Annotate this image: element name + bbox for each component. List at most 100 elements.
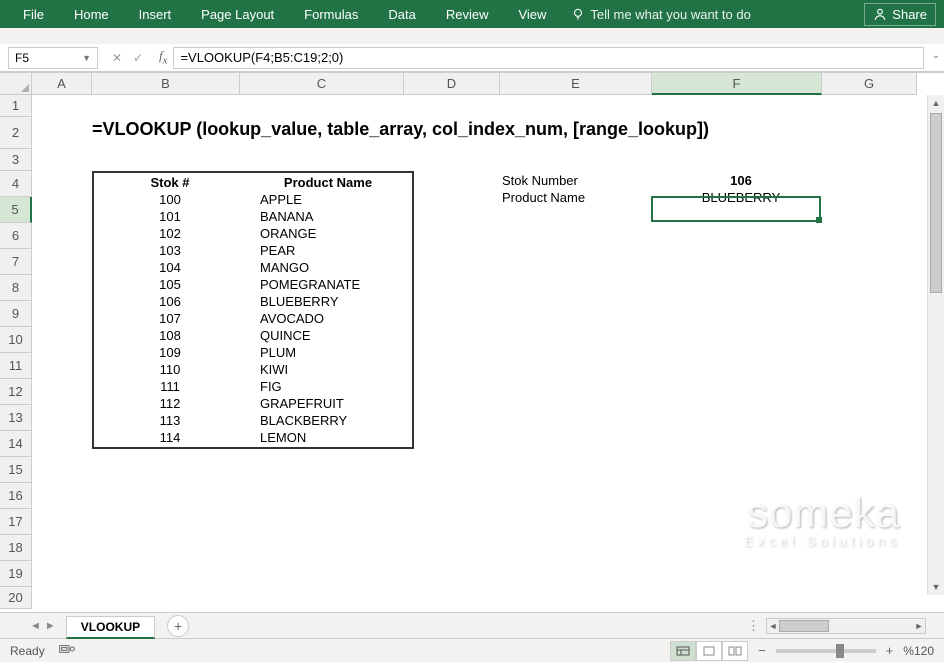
row-header-1[interactable]: 1: [0, 95, 32, 117]
table-row[interactable]: 114LEMON: [96, 430, 410, 445]
tab-view[interactable]: View: [503, 0, 561, 28]
row-header-7[interactable]: 7: [0, 249, 32, 275]
table-row[interactable]: 112GRAPEFRUIT: [96, 396, 410, 411]
view-page-break-button[interactable]: [722, 641, 748, 661]
tab-insert[interactable]: Insert: [124, 0, 187, 28]
row-header-10[interactable]: 10: [0, 327, 32, 353]
table-header: Product Name: [246, 175, 410, 190]
row-header-15[interactable]: 15: [0, 457, 32, 483]
syntax-heading: =VLOOKUP (lookup_value, table_array, col…: [92, 119, 709, 140]
scroll-right-icon[interactable]: ►: [913, 621, 925, 631]
table-row[interactable]: 100APPLE: [96, 192, 410, 207]
status-ready: Ready: [10, 644, 45, 658]
share-button[interactable]: Share: [864, 3, 936, 26]
row-header-3[interactable]: 3: [0, 149, 32, 171]
tab-page-layout[interactable]: Page Layout: [186, 0, 289, 28]
row-header-9[interactable]: 9: [0, 301, 32, 327]
lookup-name-label: Product Name: [502, 190, 654, 205]
scroll-up-icon[interactable]: ▲: [932, 95, 941, 111]
row-header-13[interactable]: 13: [0, 405, 32, 431]
tell-me-search[interactable]: Tell me what you want to do: [571, 7, 750, 22]
table-row[interactable]: 109PLUM: [96, 345, 410, 360]
row-header-17[interactable]: 17: [0, 509, 32, 535]
tab-home[interactable]: Home: [59, 0, 124, 28]
row-header-8[interactable]: 8: [0, 275, 32, 301]
col-header-E[interactable]: E: [500, 73, 652, 95]
formula-bar: F5 ▼ ✕ ✓ fx: [0, 44, 944, 72]
lightbulb-icon: [571, 7, 585, 21]
worksheet: ABCDEFG 1234567891011121314151617181920 …: [0, 72, 944, 612]
row-header-5[interactable]: 5: [0, 197, 32, 223]
vertical-scrollbar[interactable]: ▲ ▼: [927, 95, 944, 595]
scroll-left-icon[interactable]: ◄: [767, 621, 779, 631]
scroll-thumb[interactable]: [930, 113, 942, 293]
table-row[interactable]: 101BANANA: [96, 209, 410, 224]
zoom-in-button[interactable]: +: [886, 643, 894, 658]
row-header-16[interactable]: 16: [0, 483, 32, 509]
tab-review[interactable]: Review: [431, 0, 504, 28]
table-row[interactable]: 103PEAR: [96, 243, 410, 258]
view-normal-button[interactable]: [670, 641, 696, 661]
zoom-slider[interactable]: [776, 649, 876, 653]
tab-formulas[interactable]: Formulas: [289, 0, 373, 28]
col-header-F[interactable]: F: [652, 73, 822, 95]
select-all-corner[interactable]: [0, 73, 32, 95]
lookup-table: Stok Number106Product NameBLUEBERRY: [500, 171, 828, 207]
row-header-11[interactable]: 11: [0, 353, 32, 379]
chevron-down-icon[interactable]: ▼: [82, 53, 91, 63]
table-row[interactable]: 102ORANGE: [96, 226, 410, 241]
name-box[interactable]: F5 ▼: [8, 47, 98, 69]
table-row[interactable]: 104MANGO: [96, 260, 410, 275]
tab-data[interactable]: Data: [373, 0, 430, 28]
table-row[interactable]: 113BLACKBERRY: [96, 413, 410, 428]
macro-record-icon[interactable]: [59, 643, 75, 658]
row-header-2[interactable]: 2: [0, 117, 32, 149]
col-header-D[interactable]: D: [404, 73, 500, 95]
zoom-thumb[interactable]: [836, 644, 844, 658]
scroll-down-icon[interactable]: ▼: [932, 579, 941, 595]
table-row[interactable]: 108QUINCE: [96, 328, 410, 343]
tab-separator: ⋮: [741, 618, 766, 634]
tab-prev-icon[interactable]: ◄: [30, 620, 41, 632]
lookup-stok-value[interactable]: 106: [656, 173, 826, 188]
table-row[interactable]: 105POMEGRANATE: [96, 277, 410, 292]
watermark-sub: Excel Solutions: [719, 533, 900, 549]
row-header-4[interactable]: 4: [0, 171, 32, 197]
row-header-14[interactable]: 14: [0, 431, 32, 457]
expand-formula-bar-icon[interactable]: ⌄: [932, 50, 940, 61]
add-sheet-button[interactable]: +: [167, 615, 189, 637]
row-header-19[interactable]: 19: [0, 561, 32, 587]
zoom-out-button[interactable]: −: [758, 643, 766, 658]
formula-buttons: ✕ ✓: [102, 51, 153, 65]
view-page-layout-button[interactable]: [696, 641, 722, 661]
col-header-A[interactable]: A: [32, 73, 92, 95]
lookup-panel: Stok Number106Product NameBLUEBERRY: [500, 171, 828, 207]
row-header-18[interactable]: 18: [0, 535, 32, 561]
ribbon: File Home Insert Page Layout Formulas Da…: [0, 0, 944, 28]
row-header-12[interactable]: 12: [0, 379, 32, 405]
table-row[interactable]: 106BLUEBERRY: [96, 294, 410, 309]
tab-next-icon[interactable]: ►: [45, 620, 56, 632]
watermark-text: someka: [747, 489, 900, 537]
sheet-tab-bar: ◄ ► VLOOKUP + ⋮ ◄ ►: [0, 612, 944, 638]
sheet-tab-vlookup[interactable]: VLOOKUP: [66, 616, 155, 639]
table-row[interactable]: 107AVOCADO: [96, 311, 410, 326]
table-row[interactable]: 111FIG: [96, 379, 410, 394]
hscroll-thumb[interactable]: [779, 620, 829, 632]
col-header-C[interactable]: C: [240, 73, 404, 95]
product-table: Stok #Product Name100APPLE101BANANA102OR…: [92, 171, 414, 449]
col-header-B[interactable]: B: [92, 73, 240, 95]
table-row[interactable]: 110KIWI: [96, 362, 410, 377]
row-header-20[interactable]: 20: [0, 587, 32, 609]
product-table-inner: Stok #Product Name100APPLE101BANANA102OR…: [94, 173, 412, 447]
col-header-G[interactable]: G: [822, 73, 917, 95]
tab-file[interactable]: File: [8, 0, 59, 28]
horizontal-scrollbar[interactable]: ◄ ►: [766, 618, 926, 634]
cancel-formula-icon[interactable]: ✕: [108, 51, 126, 65]
row-header-6[interactable]: 6: [0, 223, 32, 249]
formula-input[interactable]: [173, 47, 924, 69]
fx-icon[interactable]: fx: [153, 48, 173, 67]
cell-grid[interactable]: =VLOOKUP (lookup_value, table_array, col…: [32, 95, 922, 611]
zoom-level[interactable]: %120: [903, 644, 934, 658]
accept-formula-icon[interactable]: ✓: [129, 51, 147, 65]
